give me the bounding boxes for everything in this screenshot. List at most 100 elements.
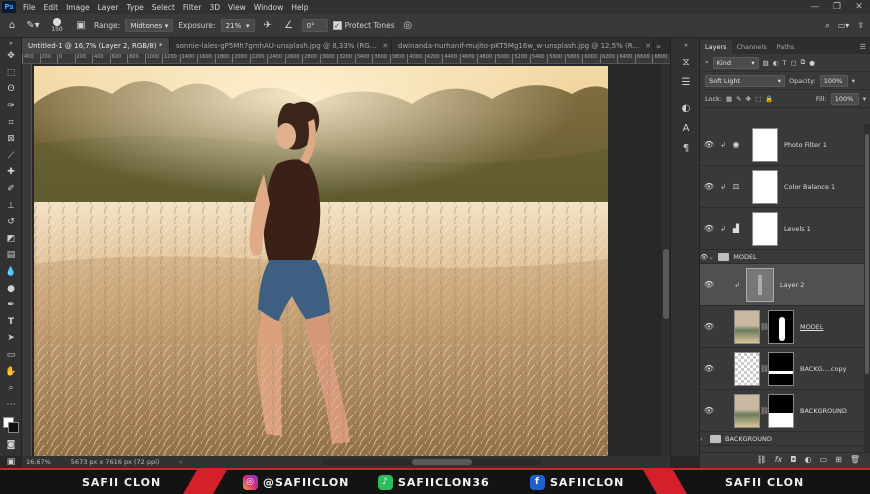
layer-thumbnail[interactable] <box>734 393 760 428</box>
menu-file[interactable]: File <box>19 3 40 12</box>
lasso-tool-icon[interactable]: ʘ <box>0 81 22 98</box>
maximize-button[interactable]: ❐ <box>826 2 848 12</box>
canvas-vertical-scrollbar[interactable] <box>662 64 670 456</box>
layers-scrollbar[interactable] <box>864 124 870 454</box>
zoom-tool-icon[interactable]: ⌕ <box>0 380 22 397</box>
canvas-area[interactable] <box>32 64 662 456</box>
adjustment-filter-icon[interactable]: ◐ <box>773 59 779 67</box>
history-icon[interactable]: ⧖ <box>671 52 701 72</box>
layer-mask-thumbnail[interactable] <box>768 393 794 428</box>
properties-icon[interactable]: ☰ <box>671 72 701 92</box>
menu-image[interactable]: Image <box>62 3 94 12</box>
frame-tool-icon[interactable]: ⊠ <box>0 131 22 148</box>
layer-mask-thumbnail[interactable] <box>752 211 778 246</box>
dodge-tool-preset-icon[interactable]: ✎▾ <box>25 18 41 34</box>
menu-type[interactable]: Type <box>123 3 148 12</box>
chevron-down-icon[interactable]: ▾ <box>863 95 866 103</box>
layer-mask-thumbnail[interactable] <box>768 309 794 344</box>
quick-selection-tool-icon[interactable]: ✑ <box>0 98 22 115</box>
path-selection-tool-icon[interactable]: ➤ <box>0 330 22 347</box>
fill-input[interactable]: 100% <box>830 92 859 105</box>
menu-3d[interactable]: 3D <box>205 3 224 12</box>
move-tool-icon[interactable]: ✥ <box>0 48 22 65</box>
close-icon[interactable]: ✕ <box>382 42 388 50</box>
workspace-icon[interactable]: ▭▾ <box>838 21 850 31</box>
search-icon[interactable]: ⌕ <box>825 21 829 31</box>
chevron-right-icon[interactable]: › <box>700 435 706 443</box>
panel-menu-icon[interactable]: ☰ <box>860 40 866 54</box>
zoom-level[interactable]: 16,67% <box>26 458 51 466</box>
lock-image-icon[interactable]: ✎ <box>736 95 741 103</box>
layer-style-icon[interactable]: fx <box>775 455 783 464</box>
menu-view[interactable]: View <box>224 3 250 12</box>
filter-toggle-icon[interactable]: ● <box>809 59 815 67</box>
eye-icon[interactable]: 👁 <box>700 280 718 289</box>
marquee-tool-icon[interactable]: ⬚ <box>0 65 22 82</box>
close-icon[interactable]: ✕ <box>645 42 651 50</box>
layer-color-balance-1[interactable]: 👁 ↲ ⚖ Color Balance 1 <box>700 166 864 208</box>
history-brush-tool-icon[interactable]: ↺ <box>0 214 22 231</box>
scrollbar-thumb[interactable] <box>412 459 473 465</box>
brush-preset-picker[interactable]: 150 <box>46 18 68 33</box>
share-icon[interactable]: ⇪ <box>857 21 864 31</box>
healing-brush-tool-icon[interactable]: ✚ <box>0 164 22 181</box>
eyedropper-tool-icon[interactable]: ⟋ <box>0 148 22 165</box>
crop-tool-icon[interactable]: ⌗ <box>0 114 22 131</box>
eye-icon[interactable]: 👁 <box>700 322 718 331</box>
layer-background-copy[interactable]: 👁 ⛓ BACKG....copy <box>700 348 864 390</box>
tab-layers[interactable]: Layers <box>700 40 732 54</box>
brush-tool-icon[interactable]: ✐ <box>0 181 22 198</box>
brush-settings-icon[interactable]: ▣ <box>73 18 89 34</box>
menu-filter[interactable]: Filter <box>179 3 206 12</box>
menu-edit[interactable]: Edit <box>40 3 63 12</box>
type-filter-icon[interactable]: T <box>782 59 786 67</box>
menu-help[interactable]: Help <box>287 3 312 12</box>
type-tool-icon[interactable]: T <box>0 314 22 331</box>
protect-tones-checkbox[interactable]: ✓ Protect Tones <box>332 21 395 30</box>
tab-channels[interactable]: Channels <box>732 40 772 54</box>
lock-artboard-icon[interactable]: ⬚ <box>755 95 761 103</box>
dodge-tool-icon[interactable]: ● <box>0 280 22 297</box>
menu-window[interactable]: Window <box>250 3 288 12</box>
new-group-icon[interactable]: ▭ <box>820 455 828 464</box>
layer-mask-thumbnail[interactable] <box>768 351 794 386</box>
range-select[interactable]: Midtones ▾ <box>125 19 174 32</box>
more-tools-icon[interactable]: ⋯ <box>0 396 22 413</box>
tab-untitled-1[interactable]: Untitled-1 @ 16,7% (Layer 2, RGB/8) *✕ <box>22 38 170 54</box>
group-background[interactable]: › BACKGROUND <box>700 432 864 446</box>
color-swatches[interactable] <box>0 415 22 437</box>
rectangle-tool-icon[interactable]: ▭ <box>0 347 22 364</box>
chevron-down-icon[interactable]: ▾ <box>852 77 855 85</box>
adjustments-icon[interactable]: ◐ <box>671 98 701 118</box>
close-button[interactable]: ✕ <box>848 2 870 12</box>
exposure-input[interactable]: 21% ▾ <box>220 19 255 32</box>
group-model[interactable]: 👁 ⌄ MODEL <box>700 250 864 264</box>
chevron-down-icon[interactable]: ⌄ <box>708 253 714 261</box>
layer-background[interactable]: 👁 ⛓ BACKGROUND <box>700 390 864 432</box>
layer-photo-filter-1[interactable]: 👁 ↲ ◉ Photo Filter 1 <box>700 124 864 166</box>
scrollbar-thumb[interactable] <box>865 134 869 374</box>
home-icon[interactable]: ⌂ <box>4 18 20 34</box>
link-layers-icon[interactable]: ⛓ <box>757 455 767 464</box>
status-menu-icon[interactable]: › <box>179 458 182 466</box>
layer-layer-2[interactable]: 👁 ↲ Layer 2 <box>700 264 864 306</box>
clone-stamp-tool-icon[interactable]: ⊥ <box>0 197 22 214</box>
new-layer-icon[interactable]: ⊞ <box>835 455 842 464</box>
blend-mode-select[interactable]: Soft Light ▾ <box>705 74 785 87</box>
pixel-filter-icon[interactable]: ▨ <box>763 59 769 67</box>
lock-position-icon[interactable]: ✥ <box>746 95 751 103</box>
hand-tool-icon[interactable]: ✋ <box>0 363 22 380</box>
eye-icon[interactable]: 👁 <box>700 182 718 191</box>
layer-mask-thumbnail[interactable] <box>752 127 778 162</box>
scrollbar-thumb[interactable] <box>663 249 669 319</box>
angle-input[interactable]: 0° <box>301 19 328 32</box>
minimize-button[interactable]: — <box>804 2 826 12</box>
eye-icon[interactable]: 👁 <box>700 364 718 373</box>
layer-model[interactable]: 👁 ⛓ MODEL <box>700 306 864 348</box>
eye-icon[interactable]: 👁 <box>700 406 718 415</box>
background-color-swatch[interactable] <box>8 422 19 434</box>
document-canvas[interactable] <box>32 64 662 456</box>
tab-dwinanda[interactable]: dwinanda-nurhanif-mujito-pKT5Mg16w_w-uns… <box>392 38 654 54</box>
eraser-tool-icon[interactable]: ◩ <box>0 231 22 248</box>
pen-tool-icon[interactable]: ✒ <box>0 297 22 314</box>
